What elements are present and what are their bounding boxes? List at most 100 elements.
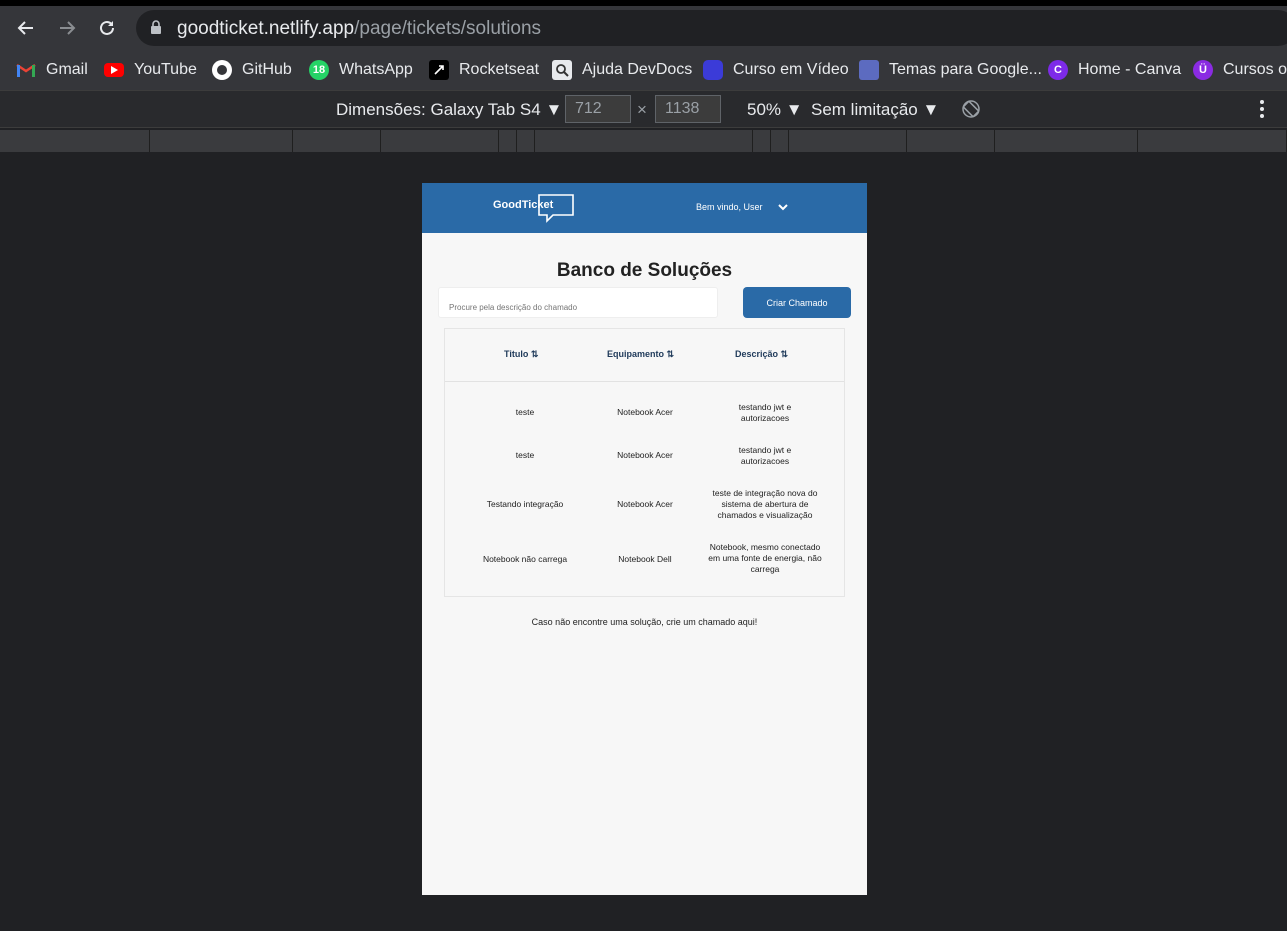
goodticket-logo[interactable]: GoodTicket xyxy=(493,193,575,223)
bookmark-label: Gmail xyxy=(46,61,88,78)
bookmark-canva[interactable]: C Home - Canva xyxy=(1048,58,1181,82)
ruler-segment[interactable] xyxy=(771,130,789,152)
dropdown-caret-icon: ▼ xyxy=(922,100,940,119)
throttle-label: Sem limitação xyxy=(811,100,918,119)
bookmark-devdocs[interactable]: Ajuda DevDocs xyxy=(552,58,692,82)
back-button[interactable] xyxy=(14,16,38,40)
ruler-segment[interactable] xyxy=(907,130,995,152)
devdocs-icon xyxy=(552,60,572,80)
cell-descricao: teste de integração nova do sistema de a… xyxy=(712,488,818,520)
cell-descricao: Notebook, mesmo conectado em uma fonte d… xyxy=(708,542,822,574)
ruler-segment[interactable] xyxy=(293,130,381,152)
more-options-button[interactable] xyxy=(1258,99,1266,124)
bookmark-whatsapp[interactable]: 18 WhatsApp xyxy=(309,58,413,82)
address-bar[interactable]: goodticket.netlify.app/page/tickets/solu… xyxy=(136,10,1287,46)
github-icon xyxy=(212,60,232,80)
bookmark-label: Rocketseat xyxy=(459,61,540,78)
bookmark-gmail[interactable]: Gmail xyxy=(16,58,88,82)
zoom-label: 50% xyxy=(747,100,782,119)
bookmark-cursos[interactable]: Ü Cursos on xyxy=(1193,58,1287,82)
times-symbol: × xyxy=(637,100,647,119)
device-viewport: GoodTicket Bem vindo, User Banco de Solu… xyxy=(422,183,867,895)
arrow-left-icon xyxy=(17,21,33,35)
forward-button[interactable] xyxy=(55,16,79,40)
kebab-icon xyxy=(1260,100,1264,118)
ruler-segment[interactable] xyxy=(789,130,907,152)
create-ticket-button[interactable]: Criar Chamado xyxy=(743,287,851,318)
height-input[interactable]: 1138 xyxy=(655,95,721,123)
rotate-icon xyxy=(962,100,980,118)
reload-button[interactable] xyxy=(95,16,119,40)
app-header: GoodTicket Bem vindo, User xyxy=(422,183,867,233)
cell-descricao: testando jwt e autorizacoes xyxy=(738,402,792,423)
canva-icon: C xyxy=(1048,60,1068,80)
cell-equipamento: Notebook Acer xyxy=(617,407,673,417)
device-select[interactable]: Dimensões: Galaxy Tab S4 ▼ xyxy=(336,100,562,120)
page-title: Banco de Soluções xyxy=(556,260,733,281)
device-toolbar: Dimensões: Galaxy Tab S4 ▼ 712 × 1138 50… xyxy=(0,90,1287,128)
cursoemvideo-icon xyxy=(703,60,723,80)
column-header-equipamento[interactable]: Equipamento ⇅ xyxy=(607,349,674,360)
bookmark-github[interactable]: GitHub xyxy=(212,58,292,82)
bookmark-label: YouTube xyxy=(134,61,197,78)
ruler-segment[interactable] xyxy=(535,130,753,152)
device-label: Dimensões: Galaxy Tab S4 xyxy=(336,100,541,119)
ruler-segment[interactable] xyxy=(150,130,293,152)
bookmark-label: GitHub xyxy=(242,61,292,78)
ruler-segment[interactable] xyxy=(499,130,517,152)
chevron-down-icon[interactable] xyxy=(777,202,789,212)
cell-equipamento: Notebook Acer xyxy=(617,450,673,460)
cell-descricao: testando jwt e autorizacoes xyxy=(738,445,792,466)
ruler-segment[interactable] xyxy=(753,130,771,152)
column-header-titulo[interactable]: Titulo ⇅ xyxy=(504,349,538,360)
cell-titulo: Testando integração xyxy=(486,499,564,509)
column-header-descricao[interactable]: Descrição ⇅ xyxy=(735,349,788,360)
welcome-user-menu[interactable]: Bem vindo, User xyxy=(696,202,763,212)
rocketseat-icon xyxy=(429,60,449,80)
ruler-segment[interactable] xyxy=(0,130,150,152)
bookmark-cursoemvideo[interactable]: Curso em Vídeo xyxy=(703,58,849,82)
ruler-segment[interactable] xyxy=(995,130,1138,152)
arrow-right-icon xyxy=(60,21,76,35)
bookmark-youtube[interactable]: YouTube xyxy=(104,58,197,82)
gmail-icon xyxy=(16,60,36,80)
ruler-segment[interactable] xyxy=(1138,130,1287,152)
url-text: goodticket.netlify.app/page/tickets/solu… xyxy=(177,18,541,40)
url-path: /page/tickets/solutions xyxy=(354,18,542,39)
header-divider xyxy=(445,381,844,382)
rotate-button[interactable] xyxy=(961,99,981,124)
bookmarks-bar: Gmail YouTube GitHub 18 WhatsApp Rockets… xyxy=(0,50,1287,90)
bookmark-label: Ajuda DevDocs xyxy=(582,61,693,78)
bookmark-rocketseat[interactable]: Rocketseat xyxy=(429,58,539,82)
cell-titulo: Notebook não carrega xyxy=(482,554,568,564)
throttle-select[interactable]: Sem limitação ▼ xyxy=(811,100,939,120)
url-host: goodticket.netlify.app xyxy=(177,18,355,39)
cell-equipamento: Notebook Acer xyxy=(617,499,673,509)
logo-text: GoodTicket xyxy=(493,199,554,211)
bookmark-label: Home - Canva xyxy=(1078,61,1182,78)
bookmark-temas[interactable]: Temas para Google... xyxy=(859,58,1042,82)
cursos-icon: Ü xyxy=(1193,60,1213,80)
media-query-ruler xyxy=(0,128,1287,154)
dropdown-caret-icon: ▼ xyxy=(545,100,563,119)
youtube-icon xyxy=(104,63,124,77)
browser-toolbar: goodticket.netlify.app/page/tickets/solu… xyxy=(0,6,1287,50)
bookmark-label: Cursos on xyxy=(1223,61,1287,78)
cell-titulo: teste xyxy=(515,407,535,417)
zoom-select[interactable]: 50% ▼ xyxy=(747,100,803,120)
bookmark-label: WhatsApp xyxy=(339,61,413,78)
dropdown-caret-icon: ▼ xyxy=(785,100,803,119)
width-input[interactable]: 712 xyxy=(565,95,631,123)
temas-icon xyxy=(859,60,879,80)
lock-icon xyxy=(151,20,161,34)
ruler-segment[interactable] xyxy=(517,130,535,152)
bookmark-label: Curso em Vídeo xyxy=(733,61,849,78)
reload-icon xyxy=(100,20,114,35)
search-input[interactable] xyxy=(438,287,718,318)
bookmark-label: Temas para Google... xyxy=(889,61,1042,78)
whatsapp-icon: 18 xyxy=(309,60,329,80)
cell-equipamento: Notebook Dell xyxy=(618,554,672,564)
ruler-segment[interactable] xyxy=(381,130,499,152)
solutions-table: Titulo ⇅ Equipamento ⇅ Descrição ⇅ teste… xyxy=(444,328,845,597)
create-ticket-hint[interactable]: Caso não encontre uma solução, crie um c… xyxy=(422,617,867,627)
